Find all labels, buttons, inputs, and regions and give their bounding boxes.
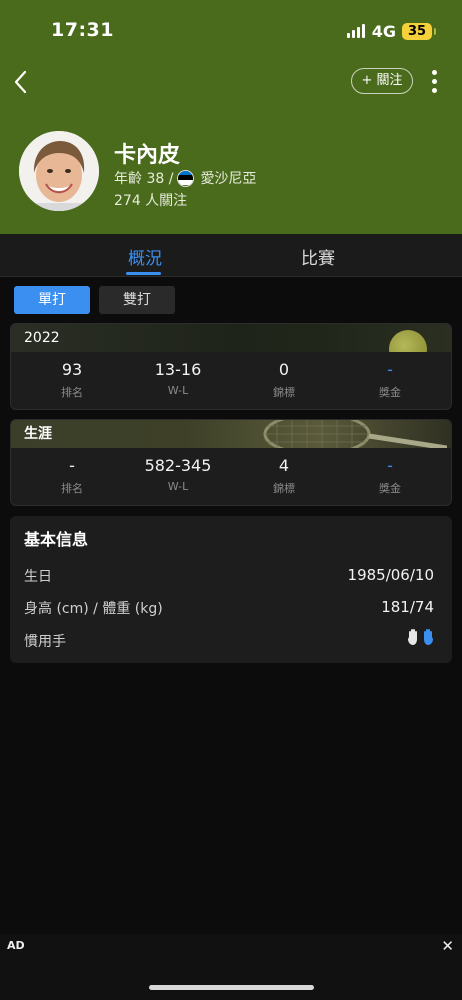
basic-info-title: 基本信息 [24, 530, 89, 549]
stats-year-title: 2022 [24, 330, 60, 346]
more-options-button[interactable] [426, 68, 442, 96]
stats-card-header: 生涯 [11, 420, 451, 448]
active-tab-indicator [126, 272, 161, 275]
stat-prize-money: - 獎金 [340, 456, 440, 496]
stats-row: 93 排名 13-16 W-L 0 錦標 - 獎金 [11, 352, 451, 409]
follower-count: 274 人關注 [114, 193, 188, 209]
left-hand-icon [408, 629, 417, 645]
info-value: 1985/06/10 [347, 566, 434, 584]
tab-bar: 概況 比賽 [0, 234, 462, 277]
stat-label: 錦標 [273, 482, 295, 495]
stat-ranking: - 排名 [22, 456, 122, 496]
profile-header: 17:31 4G 35 + 關注 卡內皮 年齡 38 / 愛沙尼亞 274 人關… [0, 0, 462, 234]
avatar [19, 131, 99, 211]
stat-titles: 0 錦標 [234, 360, 334, 400]
doubles-toggle[interactable]: 雙打 [99, 286, 175, 314]
info-key: 身高 (cm) / 體重 (kg) [24, 601, 163, 617]
player-photo [19, 131, 99, 211]
stat-prize-money: - 獎金 [340, 360, 440, 400]
stats-career-title: 生涯 [24, 426, 52, 442]
tennis-racket-icon [263, 420, 447, 448]
battery-icon: 35 [402, 22, 436, 40]
player-profile-screen: 17:31 4G 35 + 關注 卡內皮 年齡 38 / 愛沙尼亞 274 人關… [0, 0, 462, 1000]
stats-row: - 排名 582-345 W-L 4 錦標 - 獎金 [11, 448, 451, 505]
status-indicators: 4G 35 [346, 21, 436, 41]
stat-value: 0 [278, 360, 290, 379]
back-button[interactable] [10, 67, 34, 97]
stat-value: - [387, 456, 393, 475]
player-meta: 年齡 38 / 愛沙尼亞 [114, 168, 256, 188]
close-icon[interactable]: ✕ [441, 937, 454, 955]
status-time: 17:31 [51, 19, 114, 41]
stat-titles: 4 錦標 [234, 456, 334, 496]
info-value: 181/74 [381, 598, 434, 616]
home-indicator[interactable] [149, 985, 314, 990]
stat-label: W-L [167, 480, 189, 493]
stat-ranking: 93 排名 [22, 360, 122, 400]
more-vertical-icon [426, 70, 442, 93]
signal-icon [346, 24, 365, 38]
stat-win-loss: 13-16 W-L [128, 360, 228, 397]
ad-label: AD [7, 939, 25, 952]
stat-label: 排名 [61, 482, 83, 495]
stat-value: - [387, 360, 393, 379]
chevron-left-icon [14, 70, 27, 94]
right-hand-icon [424, 629, 433, 645]
tennis-ball-icon [389, 330, 427, 352]
basic-info-card: 基本信息 生日 1985/06/10 身高 (cm) / 體重 (kg) 181… [10, 516, 452, 663]
tab-matches[interactable]: 比賽 [301, 244, 335, 269]
stat-win-loss: 582-345 W-L [128, 456, 228, 493]
tab-overview[interactable]: 概況 [128, 244, 162, 269]
stat-label: 錦標 [273, 386, 295, 399]
stats-card-header: 2022 [11, 324, 451, 352]
singles-toggle[interactable]: 單打 [14, 286, 90, 314]
stats-card-2022: 2022 93 排名 13-16 W-L 0 錦標 - 獎金 [10, 323, 452, 410]
info-key: 生日 [24, 569, 52, 585]
stat-value: 4 [278, 456, 290, 475]
player-country: 愛沙尼亞 [200, 171, 257, 187]
info-key: 慣用手 [24, 634, 66, 650]
stat-label: 獎金 [379, 482, 401, 495]
stats-card-career: 生涯 - 排名 582-345 W-L 4 錦標 - 獎金 [10, 419, 452, 506]
ad-banner[interactable]: AD ✕ [0, 934, 462, 1000]
network-type: 4G [371, 21, 396, 41]
stat-value: - [69, 456, 75, 475]
hands-icon [407, 628, 434, 646]
estonia-flag-icon [177, 169, 195, 187]
player-name: 卡內皮 [114, 143, 181, 168]
stat-value: 93 [61, 360, 83, 379]
stat-label: 排名 [61, 386, 83, 399]
stat-value: 582-345 [144, 456, 212, 475]
player-age: 年齡 38 / [114, 171, 174, 187]
follow-button[interactable]: + 關注 [351, 68, 413, 94]
stat-label: 獎金 [379, 386, 401, 399]
stat-value: 13-16 [154, 360, 202, 379]
stat-label: W-L [167, 384, 189, 397]
